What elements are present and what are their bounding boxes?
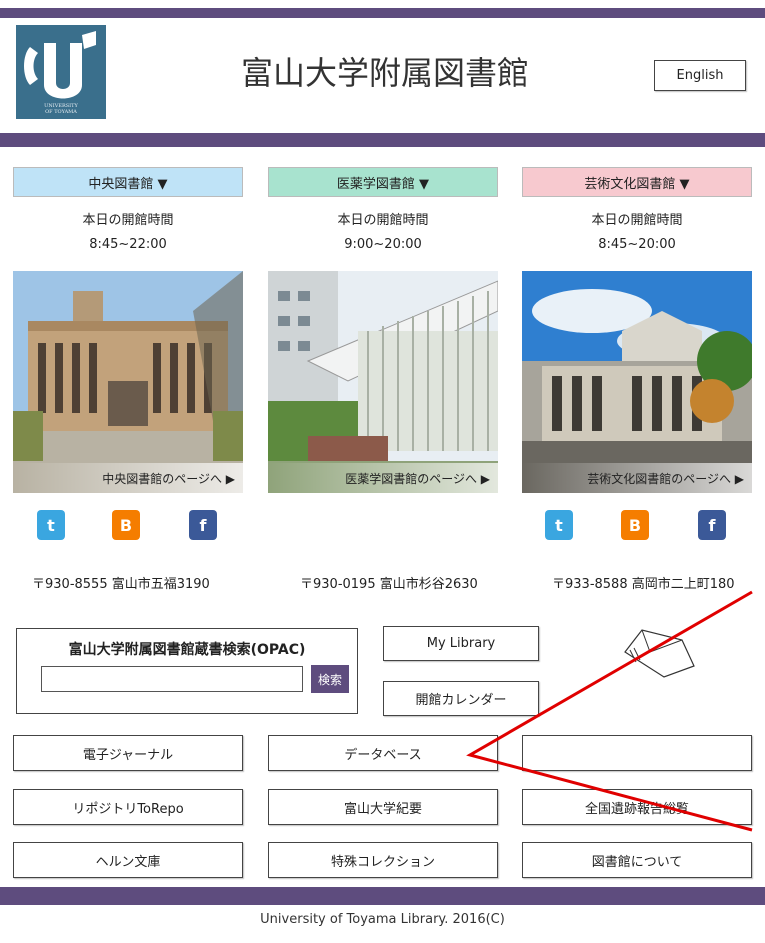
- art-library-hours: 本日の開館時間 8:45~20:00: [522, 209, 752, 257]
- opac-search-input[interactable]: [41, 666, 303, 692]
- bulletin-button[interactable]: 富山大学紀要: [268, 789, 498, 825]
- university-logo[interactable]: UNIVERSITY OF TOYAMA: [16, 25, 106, 119]
- opac-search-box: 富山大学附属図書館蔵書検索(OPAC) 検索: [16, 628, 358, 714]
- database-button[interactable]: データベース: [268, 735, 498, 771]
- e-journal-button[interactable]: 電子ジャーナル: [13, 735, 243, 771]
- hours-label: 本日の開館時間: [337, 213, 429, 228]
- hearn-collection-button[interactable]: ヘルン文庫: [13, 842, 243, 878]
- site-reports-button[interactable]: 全国遺跡報告総覧: [522, 789, 752, 825]
- logo-text-line2: OF TOYAMA: [45, 109, 77, 115]
- medical-library-photo[interactable]: 医薬学図書館のページへ ▶: [268, 271, 498, 493]
- facebook-icon[interactable]: f: [189, 510, 217, 540]
- hours-label: 本日の開館時間: [591, 213, 683, 228]
- central-library-photo[interactable]: 中央図書館のページへ ▶: [13, 271, 243, 493]
- footer-brand-bar: [0, 887, 765, 905]
- twitter-glyph: t: [555, 515, 563, 535]
- blogger-icon[interactable]: B: [621, 510, 649, 540]
- hours-value: 8:45~22:00: [89, 237, 167, 252]
- special-collection-button[interactable]: 特殊コレクション: [268, 842, 498, 878]
- my-library-button[interactable]: My Library: [383, 626, 539, 661]
- central-library-address: 〒930-8555 富山市五福3190: [32, 577, 210, 592]
- central-library-menu[interactable]: 中央図書館 ▼: [13, 167, 243, 197]
- logo-text: UNIVERSITY OF TOYAMA: [16, 103, 106, 115]
- art-library-menu[interactable]: 芸術文化図書館 ▼: [522, 167, 752, 197]
- art-library-photo[interactable]: 芸術文化図書館のページへ ▶: [522, 271, 752, 493]
- medical-library-hours: 本日の開館時間 9:00~20:00: [268, 209, 498, 257]
- english-button[interactable]: English: [654, 60, 746, 91]
- facebook-icon[interactable]: f: [698, 510, 726, 540]
- twitter-icon[interactable]: t: [545, 510, 573, 540]
- art-library-address: 〒933-8588 高岡市二上町180: [552, 577, 735, 592]
- medical-library-address: 〒930-0195 富山市杉谷2630: [300, 577, 478, 592]
- mascot-sketch-icon: [624, 629, 695, 678]
- calendar-button[interactable]: 開館カレンダー: [383, 681, 539, 716]
- hours-label: 本日の開館時間: [82, 213, 174, 228]
- blogger-glyph: B: [119, 515, 133, 535]
- header-brand-bar: [0, 133, 765, 147]
- top-brand-bar: [0, 8, 765, 18]
- twitter-icon[interactable]: t: [37, 510, 65, 540]
- central-library-page-link[interactable]: 中央図書館のページへ ▶: [13, 463, 243, 493]
- about-library-button[interactable]: 図書館について: [522, 842, 752, 878]
- page-title: 富山大学附属図書館: [240, 54, 529, 92]
- central-library-hours: 本日の開館時間 8:45~22:00: [13, 209, 243, 257]
- twitter-glyph: t: [47, 515, 55, 535]
- medical-library-page-link[interactable]: 医薬学図書館のページへ ▶: [268, 463, 498, 493]
- opac-title: 富山大学附属図書館蔵書検索(OPAC): [68, 642, 306, 658]
- art-library-page-link[interactable]: 芸術文化図書館のページへ ▶: [522, 463, 752, 493]
- blogger-icon[interactable]: B: [112, 510, 140, 540]
- footer-copyright: University of Toyama Library. 2016(C): [260, 912, 505, 927]
- repository-button[interactable]: リポジトリToRepo: [13, 789, 243, 825]
- opac-search-button[interactable]: 検索: [311, 665, 349, 693]
- hours-value: 8:45~20:00: [598, 237, 676, 252]
- facebook-glyph: f: [199, 515, 207, 535]
- hours-value: 9:00~20:00: [344, 237, 422, 252]
- medical-library-menu[interactable]: 医薬学図書館 ▼: [268, 167, 498, 197]
- hidden-link-button[interactable]: [522, 735, 752, 771]
- blogger-glyph: B: [628, 515, 642, 535]
- facebook-glyph: f: [708, 515, 716, 535]
